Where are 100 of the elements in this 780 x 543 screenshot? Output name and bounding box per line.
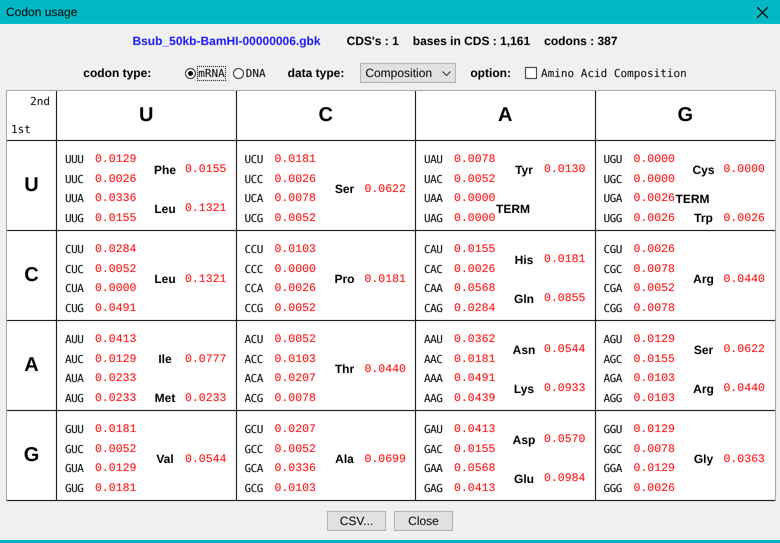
amino-acid-value: 0.0181 bbox=[364, 272, 406, 286]
amino-acid-value: 0.0233 bbox=[185, 392, 226, 405]
codon-value: 0.0181 bbox=[95, 423, 136, 436]
amino-acid: Phe bbox=[152, 162, 177, 176]
codon: CUG bbox=[65, 302, 84, 315]
codon: CGA bbox=[604, 282, 624, 296]
radio-button[interactable] bbox=[185, 68, 196, 78]
codon: UCU bbox=[244, 153, 264, 166]
data-type-label: data type: bbox=[288, 66, 344, 80]
codon: GCG bbox=[244, 482, 264, 495]
dialog-button[interactable]: CSV... bbox=[327, 510, 386, 530]
radio-label: DNA bbox=[246, 66, 266, 80]
codon-value: 0.0129 bbox=[634, 423, 675, 436]
codon-value: 0.0026 bbox=[454, 262, 496, 276]
codon-value: 0.0026 bbox=[634, 243, 675, 256]
amino-acid-value: 0.0699 bbox=[364, 452, 406, 466]
summary-stat: bases in CDS : 1,161 bbox=[412, 34, 530, 48]
amino-acid: Ser bbox=[334, 182, 356, 196]
codon: CAU bbox=[424, 243, 444, 256]
codon: UCA bbox=[244, 192, 264, 206]
amino-acid: Asp bbox=[512, 432, 536, 446]
amino-acid-value: 0.0544 bbox=[544, 343, 586, 356]
codon-value: 0.0026 bbox=[274, 282, 316, 296]
row-header: U bbox=[7, 141, 57, 231]
codon-value: 0.0207 bbox=[274, 372, 316, 386]
amino-acid: Tyr bbox=[514, 162, 534, 176]
codon: UUA bbox=[65, 192, 85, 206]
codon-value: 0.0129 bbox=[634, 462, 675, 476]
codon-value: 0.0129 bbox=[634, 333, 675, 346]
amino-acid: Pro bbox=[333, 272, 356, 286]
codon-value: 0.0284 bbox=[95, 243, 136, 256]
codon-value: 0.0568 bbox=[454, 282, 496, 296]
codon: UCG bbox=[244, 212, 264, 225]
amino-acid-value: 0.0933 bbox=[544, 382, 586, 395]
close-icon[interactable] bbox=[757, 6, 768, 18]
codon: AGA bbox=[604, 372, 624, 386]
codon-value: 0.0000 bbox=[634, 153, 675, 166]
codon: CCA bbox=[244, 282, 264, 296]
amino-acid: Gln bbox=[513, 292, 535, 306]
amino-acid-value: 0.1321 bbox=[185, 202, 226, 215]
amino-acid-value: 0.0855 bbox=[544, 292, 586, 305]
column-header: U bbox=[57, 91, 236, 141]
checkbox[interactable] bbox=[525, 67, 537, 79]
amino-acid: Met bbox=[154, 391, 176, 406]
codon-value: 0.0336 bbox=[95, 192, 136, 206]
codon: CGG bbox=[604, 302, 623, 315]
codon: UGA bbox=[604, 192, 624, 206]
corner-label: 2nd bbox=[30, 95, 50, 108]
codon-value: 0.0181 bbox=[95, 482, 136, 495]
amino-acid-value: 0.0155 bbox=[185, 163, 226, 176]
codon: GAA bbox=[424, 462, 444, 476]
codon-value: 0.0078 bbox=[274, 192, 316, 206]
codon-value: 0.0026 bbox=[634, 212, 675, 225]
codon: CUC bbox=[65, 262, 84, 276]
codon: UGG bbox=[604, 212, 623, 225]
codon-value: 0.0103 bbox=[274, 352, 316, 366]
codon-value: 0.0362 bbox=[454, 333, 496, 346]
codon: ACA bbox=[244, 372, 264, 386]
codon-value: 0.0000 bbox=[274, 262, 316, 276]
codon-value: 0.0491 bbox=[95, 302, 136, 315]
codon-value: 0.0026 bbox=[95, 172, 136, 186]
codon: UAG bbox=[424, 212, 444, 225]
codon-value: 0.0078 bbox=[454, 153, 496, 166]
dialog-button[interactable]: Close bbox=[394, 510, 453, 530]
codon: AAG bbox=[424, 392, 444, 405]
data-type-dropdown[interactable]: Composition bbox=[360, 63, 456, 83]
codon-type-label: codon type: bbox=[83, 66, 152, 80]
codon-value: 0.0413 bbox=[95, 333, 136, 346]
codon: GGG bbox=[604, 482, 623, 495]
summary-stat: CDS's : 1 bbox=[346, 34, 399, 48]
codon: GGA bbox=[604, 462, 624, 476]
amino-acid: Asn bbox=[512, 342, 536, 356]
amino-acid: Val bbox=[155, 452, 175, 466]
amino-acid: Ile bbox=[157, 352, 173, 366]
codon: UAA bbox=[424, 192, 444, 206]
codon: AUG bbox=[65, 392, 84, 405]
amino-acid: Ser bbox=[692, 342, 714, 356]
codon: GAG bbox=[424, 482, 444, 495]
codon: GUG bbox=[65, 482, 84, 495]
codon-value: 0.0207 bbox=[274, 423, 316, 436]
amino-acid-value: 0.0777 bbox=[185, 352, 226, 366]
codon: GUC bbox=[65, 442, 84, 456]
codon-value: 0.0078 bbox=[634, 262, 675, 276]
codon-value: 0.0026 bbox=[634, 192, 675, 206]
codon: GCU bbox=[244, 423, 264, 436]
codon: CCC bbox=[244, 262, 264, 276]
codon: UGC bbox=[604, 172, 623, 186]
codon-value: 0.0155 bbox=[454, 442, 496, 456]
codon: ACU bbox=[244, 333, 264, 346]
codon: GGC bbox=[604, 442, 623, 456]
checkbox-label: Amino Acid Composition bbox=[541, 66, 687, 80]
radio-label: mRNA bbox=[198, 66, 225, 80]
codon-value: 0.0181 bbox=[274, 153, 316, 166]
codon-value: 0.0026 bbox=[274, 172, 316, 186]
codon-value: 0.0155 bbox=[634, 352, 675, 366]
radio-button[interactable] bbox=[232, 68, 244, 78]
amino-acid-value: 0.0984 bbox=[544, 472, 586, 485]
codon-value: 0.0568 bbox=[454, 462, 496, 476]
column-header: A bbox=[416, 91, 596, 141]
amino-acid: His bbox=[514, 252, 534, 266]
